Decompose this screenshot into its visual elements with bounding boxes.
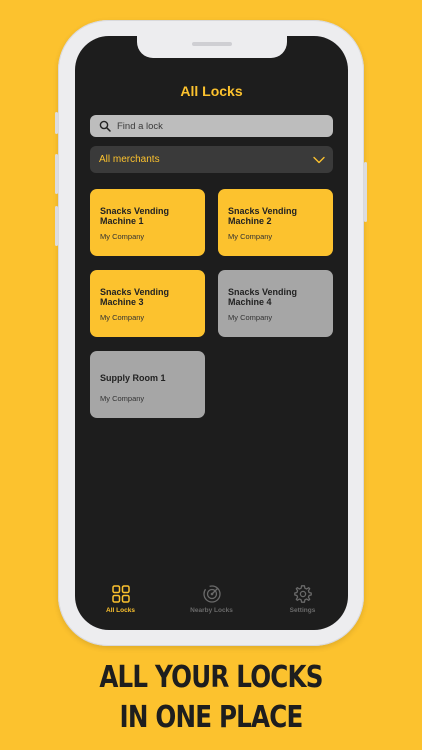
lock-card[interactable]: Snacks Vending Machine 3 My Company (90, 270, 205, 337)
tab-label: All Locks (106, 607, 135, 614)
lock-company: My Company (228, 313, 273, 322)
page-title: All Locks (180, 83, 243, 99)
lock-company: My Company (228, 232, 273, 241)
lock-name: Snacks Vending Machine 2 (228, 206, 298, 226)
radar-icon (202, 585, 221, 603)
tab-bar: All Locks Nearby Locks Settings (75, 582, 348, 630)
notch (136, 36, 287, 58)
tab-label: Settings (289, 607, 316, 614)
lock-company: My Company (100, 394, 145, 403)
promo-line-2: IN ONE PLACE (119, 700, 304, 735)
grid-icon (111, 585, 130, 603)
search-input[interactable] (117, 120, 317, 132)
lock-card[interactable]: Snacks Vending Machine 2 My Company (218, 189, 333, 256)
tab-nearby-locks[interactable]: Nearby Locks (172, 582, 252, 614)
lock-name: Snacks Vending Machine 1 (100, 206, 170, 226)
lock-card[interactable]: Snacks Vending Machine 1 My Company (90, 189, 205, 256)
search-bar[interactable] (90, 115, 333, 137)
phone-frame: All Locks All merchants Snacks Vending M… (55, 20, 367, 646)
app-screen: All Locks All merchants Snacks Vending M… (75, 36, 348, 630)
tab-label: Nearby Locks (190, 607, 233, 614)
merchant-filter-value: All merchants (99, 154, 160, 165)
power-button (364, 162, 367, 222)
tab-settings[interactable]: Settings (263, 582, 343, 614)
search-icon (99, 120, 111, 132)
lock-name: Snacks Vending Machine 3 (100, 287, 170, 307)
lock-name: Snacks Vending Machine 4 (228, 287, 298, 307)
chevron-down-icon (313, 156, 325, 163)
merchant-filter-dropdown[interactable]: All merchants (90, 146, 333, 173)
promo-headline: ALL YOUR LOCKS IN ONE PLACE (38, 658, 384, 738)
tab-all-locks[interactable]: All Locks (81, 582, 161, 614)
lock-company: My Company (100, 232, 145, 241)
promo-line-1: ALL YOUR LOCKS (99, 660, 323, 695)
lock-company: My Company (100, 313, 145, 322)
lock-card[interactable]: Snacks Vending Machine 4 My Company (218, 270, 333, 337)
gear-icon (293, 585, 312, 603)
volume-up-button (55, 154, 58, 194)
lock-card[interactable]: Supply Room 1 My Company (90, 351, 205, 418)
lock-name: Supply Room 1 (100, 373, 166, 383)
speaker-grille (191, 42, 232, 46)
volume-down-button (55, 206, 58, 246)
mute-switch (55, 112, 58, 134)
